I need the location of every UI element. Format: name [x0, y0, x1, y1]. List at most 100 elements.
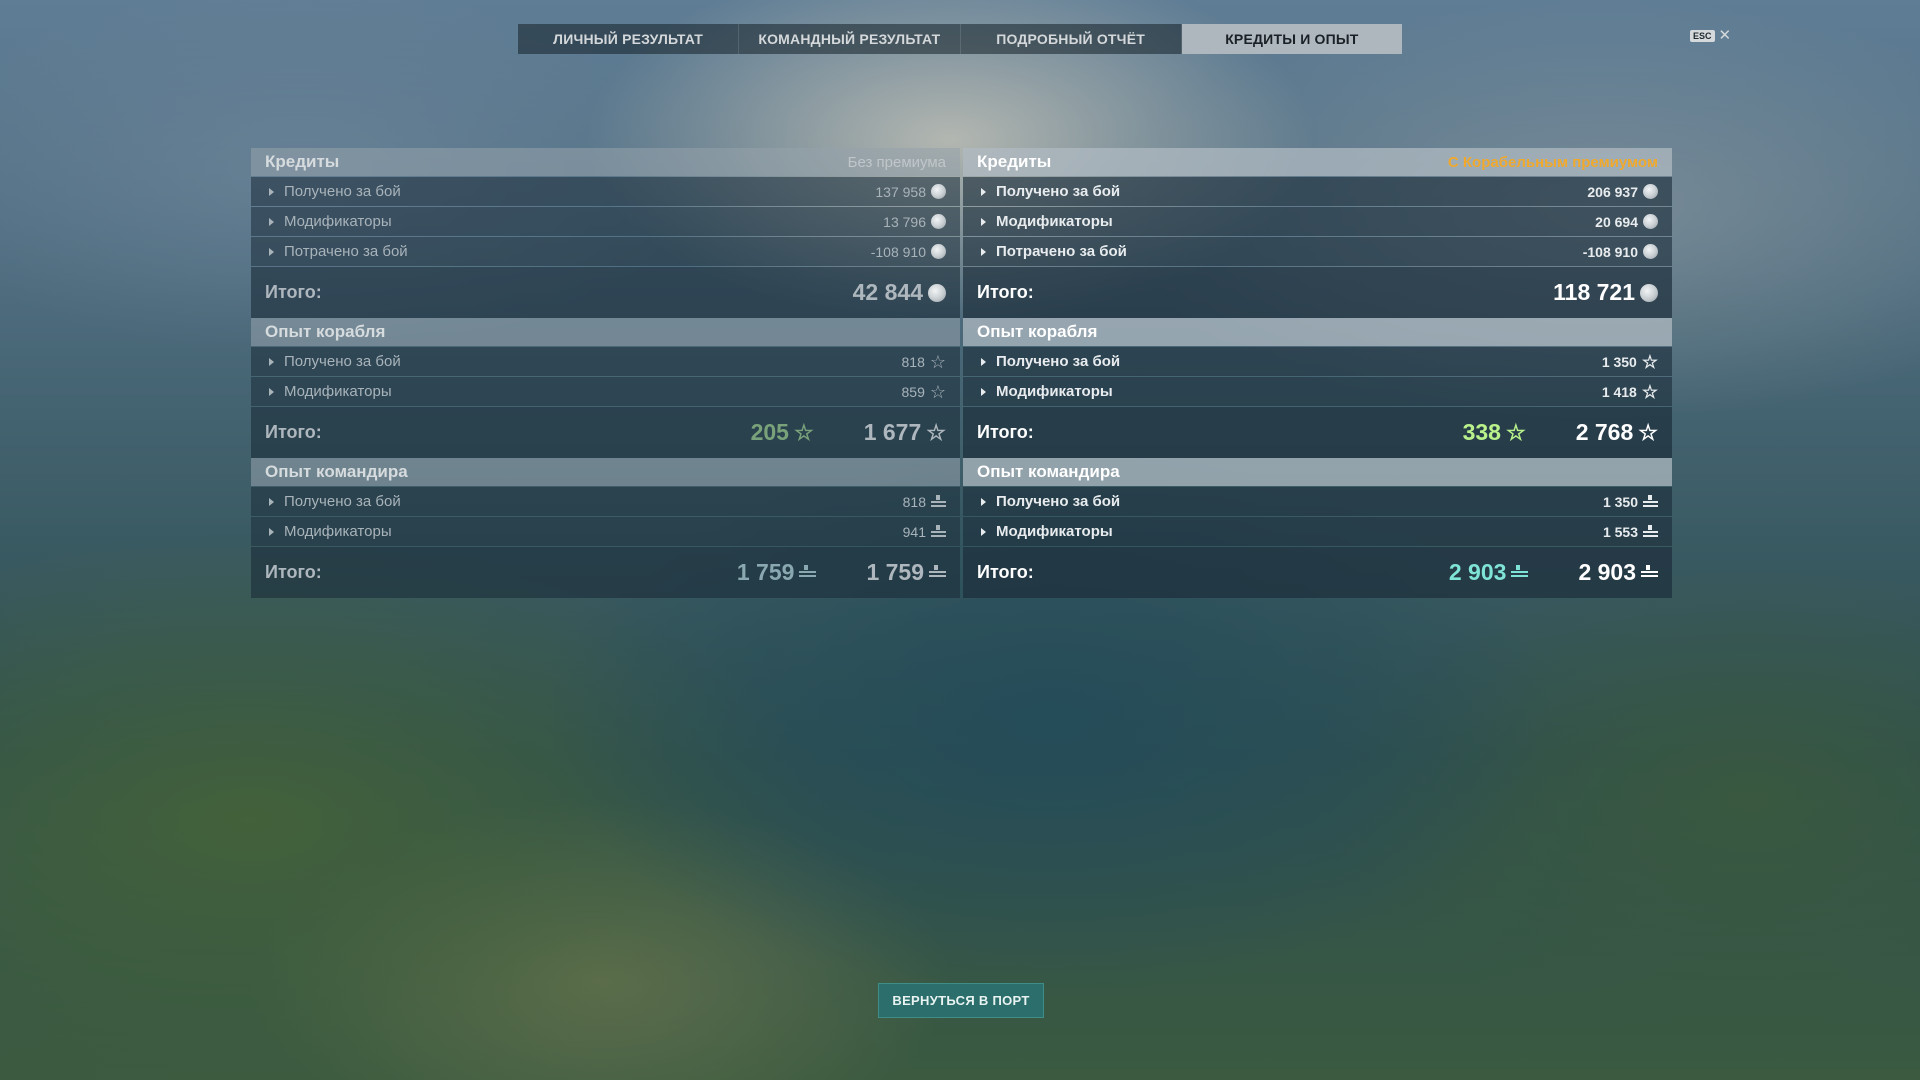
row-label: Потрачено за бой	[284, 243, 408, 260]
ship-xp-modifiers-row[interactable]: Модификаторы 859 ☆	[251, 377, 960, 406]
section-title: Опыт корабля	[265, 322, 386, 341]
row-label: Получено за бой	[996, 493, 1121, 510]
row-value: 1 553	[1602, 523, 1638, 540]
tab-personal-result[interactable]: ЛИЧНЫЙ РЕЗУЛЬТАТ	[518, 24, 740, 54]
commander-xp-earned-row[interactable]: Получено за бой 1 350	[963, 487, 1672, 516]
commander-xp-earned-row[interactable]: Получено за бой 818	[251, 487, 960, 516]
row-label: Потрачено за бой	[996, 243, 1127, 260]
commander-xp-total-value: 2 903	[1578, 559, 1636, 585]
row-label: Модификаторы	[284, 523, 392, 540]
total-label: Итого:	[265, 282, 322, 302]
commander-xp-header: Опыт командира	[251, 458, 960, 486]
free-xp-value: 205	[750, 419, 789, 445]
row-value: 818	[901, 353, 925, 370]
xp-star-icon: ☆	[926, 419, 946, 445]
total-label: Итого:	[265, 422, 322, 442]
commander-xp-modifiers-row[interactable]: Модификаторы 941	[251, 517, 960, 546]
commander-free-xp-value: 2 903	[1448, 559, 1507, 585]
credits-modifiers-row[interactable]: Модификаторы 13 796	[251, 207, 960, 236]
commander-xp-total-value: 1 759	[866, 559, 924, 585]
credit-coin-icon	[928, 283, 946, 302]
expand-arrow-icon	[269, 187, 274, 196]
ship-xp-total-value: 1 677	[863, 419, 922, 445]
return-to-port-button[interactable]: ВЕРНУТЬСЯ В ПОРТ	[878, 983, 1044, 1018]
total-label: Итого:	[977, 282, 1034, 302]
credits-total-row: Итого: 42 844	[251, 267, 960, 318]
esc-close-button[interactable]: ESC ✕	[1690, 28, 1731, 43]
ship-xp-header: Опыт корабля	[963, 318, 1672, 346]
expand-arrow-icon	[269, 247, 274, 256]
ship-xp-earned-row[interactable]: Получено за бой 1 350 ☆	[963, 347, 1672, 376]
credit-coin-icon	[1643, 184, 1658, 199]
row-value: 206 937	[1587, 183, 1638, 200]
expand-arrow-icon	[269, 497, 274, 506]
commander-xp-icon	[1643, 525, 1658, 538]
close-icon: ✕	[1718, 27, 1732, 44]
expand-arrow-icon	[981, 527, 986, 536]
commander-xp-icon	[931, 525, 946, 538]
tab-detailed-report[interactable]: ПОДРОБНЫЙ ОТЧЁТ	[961, 24, 1182, 54]
commander-xp-icon	[1643, 495, 1658, 508]
total-label: Итого:	[977, 422, 1034, 442]
expand-arrow-icon	[981, 357, 986, 366]
free-xp-star-icon: ☆	[1505, 419, 1526, 445]
xp-star-icon: ☆	[1638, 419, 1658, 445]
row-value: 1 418	[1601, 383, 1637, 400]
total-label: Итого:	[977, 562, 1034, 582]
tab-team-result[interactable]: КОМАНДНЫЙ РЕЗУЛЬТАТ	[739, 24, 961, 54]
row-value: 137 958	[875, 183, 926, 200]
ship-xp-total-row: Итого: 205 ☆ 1 677 ☆	[251, 407, 960, 458]
ship-xp-earned-row[interactable]: Получено за бой 818 ☆	[251, 347, 960, 376]
commander-xp-icon	[929, 565, 946, 580]
credit-coin-icon	[1643, 214, 1658, 229]
credits-total-value: 42 844	[852, 279, 923, 305]
row-value: 859	[901, 383, 925, 400]
ship-xp-total-row: Итого: 338 ☆ 2 768 ☆	[963, 407, 1672, 458]
tab-credits-and-xp[interactable]: КРЕДИТЫ И ОПЫТ	[1181, 24, 1402, 54]
section-title: Опыт командира	[265, 462, 408, 481]
commander-xp-total-row: Итого: 1 759 1 759	[251, 547, 960, 598]
row-value: 1 350	[1601, 353, 1637, 370]
expand-arrow-icon	[981, 247, 986, 256]
ship-premium-label: С Корабельным премиумом	[1447, 153, 1658, 171]
commander-xp-icon	[1511, 565, 1529, 580]
row-label: Модификаторы	[996, 383, 1113, 400]
tab-bar: ЛИЧНЫЙ РЕЗУЛЬТАТ КОМАНДНЫЙ РЕЗУЛЬТАТ ПОД…	[518, 24, 1402, 54]
commander-xp-icon	[799, 565, 817, 580]
commander-xp-modifiers-row[interactable]: Модификаторы 1 553	[963, 517, 1672, 546]
credits-spent-row[interactable]: Потрачено за бой -108 910	[963, 237, 1672, 266]
credits-earned-row[interactable]: Получено за бой 137 958	[251, 177, 960, 206]
free-xp-star-icon: ☆	[793, 419, 814, 445]
credit-coin-icon	[931, 214, 946, 229]
row-label: Модификаторы	[996, 523, 1113, 540]
ship-premium-panel: Кредиты С Корабельным премиумом Получено…	[963, 148, 1672, 598]
xp-star-icon: ☆	[929, 351, 946, 372]
credit-coin-icon	[931, 244, 946, 259]
row-label: Получено за бой	[284, 493, 401, 510]
free-xp-value: 338	[1462, 419, 1501, 445]
row-value: 13 796	[883, 213, 926, 230]
row-label: Получено за бой	[996, 183, 1121, 200]
ship-xp-total-value: 2 768	[1575, 419, 1634, 445]
esc-key-icon: ESC	[1690, 29, 1715, 42]
credits-spent-row[interactable]: Потрачено за бой -108 910	[251, 237, 960, 266]
credits-header: Кредиты С Корабельным премиумом	[963, 148, 1672, 176]
row-value: 1 350	[1602, 493, 1638, 510]
credits-total-row: Итого: 118 721	[963, 267, 1672, 318]
credits-earned-row[interactable]: Получено за бой 206 937	[963, 177, 1672, 206]
ship-xp-header: Опыт корабля	[251, 318, 960, 346]
commander-free-xp-value: 1 759	[736, 559, 795, 585]
row-label: Модификаторы	[284, 213, 392, 230]
row-label: Получено за бой	[284, 183, 401, 200]
row-label: Модификаторы	[284, 383, 392, 400]
commander-xp-header: Опыт командира	[963, 458, 1672, 486]
xp-star-icon: ☆	[929, 381, 946, 402]
row-label: Модификаторы	[996, 213, 1113, 230]
commander-xp-total-row: Итого: 2 903 2 903	[963, 547, 1672, 598]
row-value: -108 910	[870, 243, 926, 260]
no-premium-label: Без премиума	[847, 153, 946, 171]
credits-total-value: 118 721	[1553, 279, 1635, 305]
credits-modifiers-row[interactable]: Модификаторы 20 694	[963, 207, 1672, 236]
ship-xp-modifiers-row[interactable]: Модификаторы 1 418 ☆	[963, 377, 1672, 406]
section-title: Кредиты	[265, 152, 340, 171]
